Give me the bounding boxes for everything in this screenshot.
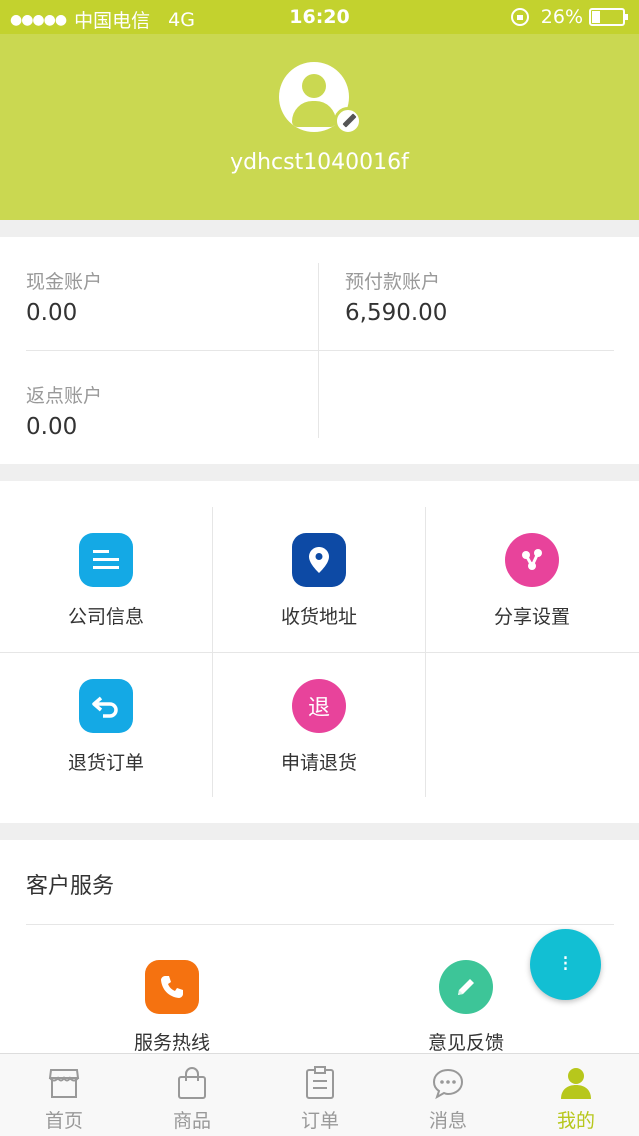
account-value: 6,590.00 xyxy=(345,300,448,326)
account-label: 预付款账户 xyxy=(345,271,441,293)
username: ydhcst1040016f xyxy=(230,150,409,175)
tab-label: 商品 xyxy=(172,1110,211,1132)
company-info-item[interactable]: 公司信息 xyxy=(0,507,212,653)
battery-percent: 26% xyxy=(540,6,583,28)
account-label: 现金账户 xyxy=(26,271,103,293)
cash-account[interactable]: 现金账户 0.00 xyxy=(26,267,102,326)
accounts-panel: 现金账户 0.00 预付款账户 6,590.00 返点账户 0.00 xyxy=(0,237,639,464)
divider xyxy=(26,924,614,925)
user-icon xyxy=(561,1068,591,1099)
tab-bar: 首页 商品 订单 消息 我的 xyxy=(0,1053,639,1136)
tab-label: 订单 xyxy=(300,1110,339,1132)
tab-label: 我的 xyxy=(556,1110,595,1132)
orientation-lock-icon xyxy=(510,8,529,26)
storefront-icon xyxy=(48,1069,80,1098)
return-request-icon: 退 xyxy=(292,679,346,733)
status-bar: ●●●●● 中国电信 4G 16:20 26% xyxy=(0,0,639,34)
company-info-icon xyxy=(79,533,133,587)
account-label: 返点账户 xyxy=(26,385,103,407)
share-settings-item[interactable]: 分享设置 xyxy=(426,507,638,653)
edit-avatar-icon[interactable] xyxy=(334,107,362,135)
tab-label: 首页 xyxy=(44,1110,83,1132)
item-label: 分享设置 xyxy=(493,606,570,628)
phone-icon xyxy=(145,960,199,1014)
item-label: 意见反馈 xyxy=(427,1032,504,1054)
location-pin-icon xyxy=(292,533,346,587)
rebate-account[interactable]: 返点账户 0.00 xyxy=(26,381,102,440)
tab-products[interactable]: 商品 xyxy=(128,1054,256,1136)
account-value: 0.00 xyxy=(26,300,78,326)
function-grid: 公司信息 收货地址 分享设置 退货订单 退 申请退货 xyxy=(0,481,639,823)
return-arrow-icon xyxy=(79,679,133,733)
pencil-icon xyxy=(439,960,493,1014)
account-value: 0.00 xyxy=(26,414,78,440)
item-label: 公司信息 xyxy=(67,606,144,628)
return-orders-item[interactable]: 退货订单 xyxy=(0,653,212,799)
tab-orders[interactable]: 订单 xyxy=(256,1054,384,1136)
shopping-bag-icon xyxy=(178,1067,206,1099)
tab-label: 消息 xyxy=(428,1110,467,1132)
feedback-item[interactable]: 意见反馈 xyxy=(386,960,546,1055)
chat-bubble-icon xyxy=(432,1068,464,1100)
shipping-address-item[interactable]: 收货地址 xyxy=(213,507,425,653)
tab-messages[interactable]: 消息 xyxy=(384,1054,512,1136)
battery-icon xyxy=(589,8,628,26)
item-label: 申请退货 xyxy=(280,752,357,774)
scroll-top-icon: ⁝ xyxy=(562,952,569,977)
profile-header: ydhcst1040016f xyxy=(0,34,639,220)
return-request-item[interactable]: 退 申请退货 xyxy=(213,653,425,799)
divider xyxy=(26,350,614,351)
share-icon xyxy=(505,533,559,587)
section-title: 客户服务 xyxy=(26,874,115,899)
clipboard-icon xyxy=(306,1066,334,1099)
scroll-top-button[interactable]: ⁝ xyxy=(530,929,601,1000)
prepaid-account[interactable]: 预付款账户 6,590.00 xyxy=(345,267,447,326)
tab-home[interactable]: 首页 xyxy=(0,1054,128,1136)
item-label: 服务热线 xyxy=(133,1032,210,1054)
item-label: 收货地址 xyxy=(280,606,357,628)
service-hotline-item[interactable]: 服务热线 xyxy=(92,960,252,1055)
item-label: 退货订单 xyxy=(67,752,144,774)
tab-mine[interactable]: 我的 xyxy=(512,1054,639,1136)
